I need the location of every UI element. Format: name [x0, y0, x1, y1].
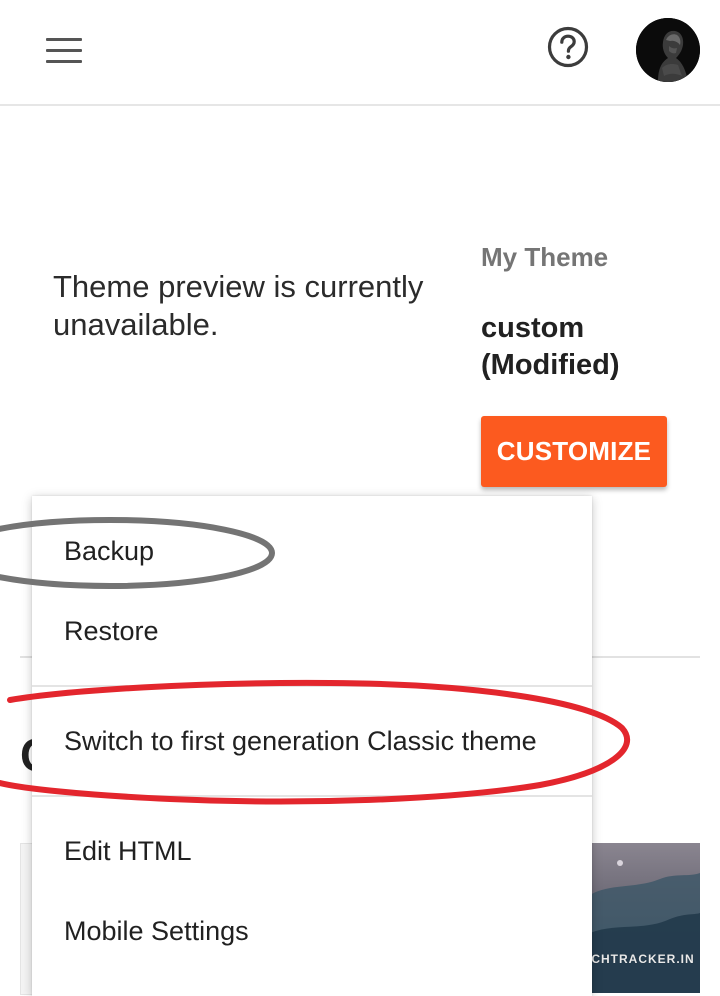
- customize-button[interactable]: CUSTOMIZE: [481, 416, 667, 487]
- theme-preview-message: Theme preview is currently unavailable.: [53, 269, 424, 342]
- menu-divider: [32, 685, 592, 687]
- menu-item-backup[interactable]: Backup: [32, 523, 592, 579]
- user-avatar[interactable]: [636, 18, 700, 82]
- menu-divider: [32, 795, 592, 797]
- background-theme-card-right: [590, 843, 700, 993]
- watermark-text: TECHTRACKER.IN: [574, 952, 695, 966]
- menu-item-restore[interactable]: Restore: [32, 603, 592, 659]
- theme-options-menu: Backup Restore Switch to first generatio…: [32, 496, 592, 996]
- help-circle-icon[interactable]: [547, 26, 589, 68]
- my-theme-label: My Theme: [481, 242, 609, 272]
- menu-item-edit-html[interactable]: Edit HTML: [32, 823, 592, 879]
- menu-item-mobile-settings[interactable]: Mobile Settings: [32, 903, 592, 959]
- menu-item-switch-classic-theme[interactable]: Switch to first generation Classic theme: [32, 713, 592, 769]
- top-app-bar: [0, 0, 720, 106]
- hamburger-menu-icon[interactable]: [46, 38, 82, 64]
- theme-name: custom (Modified): [481, 312, 620, 381]
